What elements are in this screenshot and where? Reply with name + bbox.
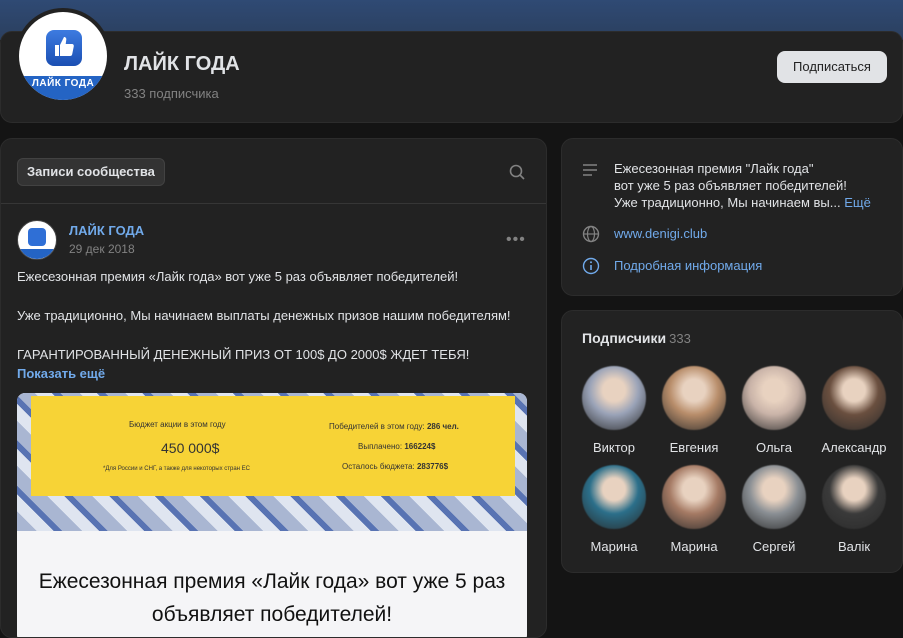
subscriber-item[interactable]: Виктор — [574, 366, 654, 455]
post-image[interactable]: Бюджет акции в этом году 450 000$ *Для Р… — [17, 393, 527, 637]
divider — [1, 203, 546, 204]
info-icon — [582, 257, 600, 280]
subscriber-item[interactable]: Марина — [574, 465, 654, 554]
group-description: Ежесезонная премия "Лайк года" вот уже 5… — [614, 161, 871, 210]
subscriber-name: Марина — [590, 539, 638, 554]
thumbs-up-icon — [46, 30, 82, 66]
info-card: Ежесезонная премия "Лайк года" вот уже 5… — [561, 138, 903, 296]
show-more-link[interactable]: Показать ещё — [17, 366, 105, 381]
subscriber-avatar — [822, 465, 886, 529]
details-link[interactable]: Подробная информация — [614, 258, 762, 273]
subscriber-item[interactable]: Александр — [814, 366, 894, 455]
subscriber-item[interactable]: Марина — [654, 465, 734, 554]
subscriber-name: Виктор — [592, 440, 636, 455]
subscriber-avatar — [582, 366, 646, 430]
post-text-line: Уже традиционно, Мы начинаем выплаты ден… — [17, 308, 511, 323]
subscriber-avatar — [582, 465, 646, 529]
subscriber-name: Александр — [821, 440, 887, 455]
paid-label: Выплачено: 166224$ — [358, 442, 436, 451]
subscriber-item[interactable]: Сергей — [734, 465, 814, 554]
post-author-avatar[interactable] — [17, 220, 57, 260]
subscribers-title[interactable]: Подписчики 333 — [582, 330, 691, 346]
subscriber-name: Валік — [837, 539, 871, 554]
more-options-icon[interactable]: ••• — [506, 232, 526, 248]
subscriber-item[interactable]: Евгения — [654, 366, 734, 455]
group-avatar[interactable]: ЛАЙК ГОДА — [15, 8, 111, 104]
subscriber-avatar — [742, 366, 806, 430]
group-header — [0, 31, 903, 123]
subscriber-name: Марина — [670, 539, 718, 554]
subscriber-name: Евгения — [669, 440, 719, 455]
description-icon — [582, 163, 598, 182]
subscribe-button[interactable]: Подписаться — [777, 51, 887, 83]
post-text-line: Ежесезонная премия «Лайк года» вот уже 5… — [17, 269, 459, 284]
community-feed: Записи сообщества ЛАЙК ГОДА 29 дек 2018 … — [0, 138, 547, 638]
subscriber-name: Ольга — [755, 440, 792, 455]
budget-label: Бюджет акции в этом году — [129, 420, 226, 429]
subscribers-card: Подписчики 333 Виктор Евгения Ольга Александ… — [561, 310, 903, 573]
logo-text: ЛАЙК ГОДА — [19, 76, 107, 100]
remaining-label: Осталось бюджета: 283776$ — [342, 462, 449, 471]
subscriber-avatar — [662, 366, 726, 430]
post-date[interactable]: 29 дек 2018 — [69, 242, 135, 256]
stats-banner: Бюджет акции в этом году 450 000$ *Для Р… — [31, 396, 515, 496]
subscriber-avatar — [662, 465, 726, 529]
subscriber-avatar — [742, 465, 806, 529]
subscriber-item[interactable]: Ольга — [734, 366, 814, 455]
subscriber-avatar — [822, 366, 886, 430]
more-link[interactable]: Ещё — [844, 195, 871, 210]
website-link[interactable]: www.denigi.club — [614, 226, 707, 241]
budget-value: 450 000$ — [161, 440, 220, 456]
tab-community-posts[interactable]: Записи сообщества — [17, 158, 165, 186]
subscriber-item[interactable]: Валік — [814, 465, 894, 554]
page-title: ЛАЙК ГОДА — [124, 53, 240, 75]
globe-icon — [582, 225, 600, 248]
search-icon[interactable] — [509, 164, 525, 185]
budget-note: *Для России и СНГ, а также для некоторых… — [103, 466, 250, 472]
image-headline: Ежесезонная премия «Лайк года» вот уже 5… — [38, 570, 506, 626]
subscriber-count[interactable]: 333 подписчика — [124, 86, 219, 101]
post-text-line: ГАРАНТИРОВАННЫЙ ДЕНЕЖНЫЙ ПРИЗ ОТ 100$ ДО… — [17, 347, 470, 362]
winners-label: Победителей в этом году: 286 чел. — [329, 422, 459, 431]
subscriber-name: Сергей — [752, 539, 796, 554]
post-author[interactable]: ЛАЙК ГОДА — [69, 223, 144, 238]
